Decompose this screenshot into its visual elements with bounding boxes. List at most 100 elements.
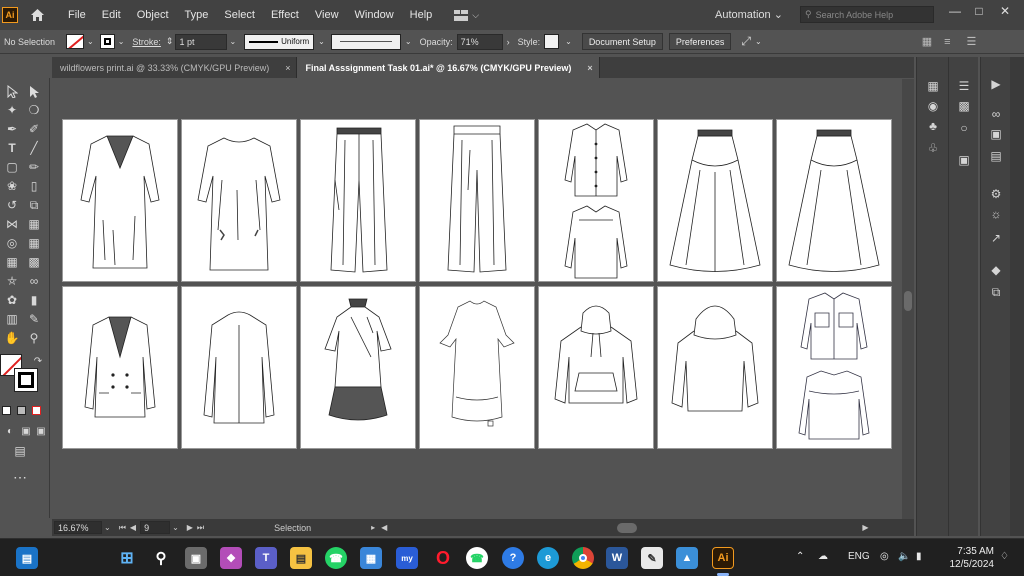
magic-wand-icon[interactable]: ✦ (4, 103, 20, 117)
transform-icon[interactable]: ▦ (922, 35, 932, 48)
workspace-switcher-button[interactable]: ⌵ (454, 6, 482, 24)
perspective-grid-icon[interactable]: ▦ (26, 236, 42, 250)
links-icon[interactable]: ∞ (988, 107, 1004, 121)
word-icon[interactable]: W (606, 547, 628, 569)
chevron-right-icon[interactable]: › (507, 37, 510, 47)
mesh-tool-icon[interactable]: ▦ (4, 255, 20, 269)
horizontal-scroll-thumb[interactable] (617, 522, 638, 533)
teams-icon[interactable]: T (255, 547, 277, 569)
paint-icon[interactable]: ✎ (641, 547, 663, 569)
tab-wildflowers-print[interactable]: wildflowers print.ai @ 33.33% (CMYK/GPU … (52, 57, 298, 78)
stroke-weight-field[interactable]: 1 pt (175, 33, 228, 50)
copilot-icon[interactable]: ❖ (220, 547, 242, 569)
free-transform-icon[interactable]: ▦ (26, 217, 42, 231)
chevron-down-icon[interactable]: ⌄ (318, 37, 325, 46)
artboard-flounce-dress[interactable] (419, 286, 535, 449)
edge-icon[interactable]: e (537, 547, 559, 569)
menu-effect[interactable]: Effect (263, 9, 307, 21)
artboard-jacket[interactable] (776, 286, 892, 449)
artboard-shirt[interactable] (538, 119, 654, 282)
asset-export-icon[interactable]: ▤ (988, 149, 1004, 163)
artboard-hoodie-front[interactable] (538, 286, 654, 449)
gradient-mode-icon[interactable] (17, 406, 26, 415)
none-mode-icon[interactable] (32, 406, 41, 415)
more-tools-icon[interactable]: ⋯ (12, 469, 28, 485)
brush-definition-dropdown[interactable] (330, 33, 401, 50)
play-icon[interactable]: ▶ (988, 77, 1004, 91)
mydemo-icon[interactable]: my (396, 547, 418, 569)
color-mode-icon[interactable] (2, 406, 11, 415)
chevron-down-icon[interactable]: ⌄ (565, 37, 572, 46)
curvature-tool-icon[interactable]: ✐ (26, 122, 42, 136)
chevron-down-icon[interactable]: ⌄ (172, 523, 179, 532)
artboard-blazer-back[interactable] (181, 286, 297, 449)
maximize-button[interactable]: □ (967, 0, 991, 22)
zoom-field[interactable]: 16.67% (54, 521, 102, 534)
selection-tool-icon[interactable] (4, 84, 20, 98)
rectangle-tool-icon[interactable]: ▢ (4, 160, 20, 174)
cloud-icon[interactable]: ☁ (818, 551, 828, 562)
fill-swatch[interactable] (66, 34, 84, 49)
graphic-style-swatch[interactable] (544, 34, 560, 49)
previous-artboard-icon[interactable]: ◀ (130, 523, 136, 532)
next-artboard-icon[interactable]: ▶ (187, 523, 193, 532)
artboard-skirt-back[interactable] (776, 119, 892, 282)
opera-icon[interactable]: O (432, 547, 454, 569)
arrange-documents-icon[interactable]: ⤢ (741, 34, 751, 49)
direct-selection-tool-icon[interactable] (26, 84, 42, 98)
chevron-down-icon[interactable]: ⌄ (229, 37, 236, 46)
menu-help[interactable]: Help (402, 9, 441, 21)
hand-tool-icon[interactable]: ✋ (4, 331, 20, 345)
stroke-profile-dropdown[interactable]: Uniform (244, 33, 315, 50)
clock[interactable]: 7:35 AM 12/5/2024 (940, 545, 995, 571)
whatsapp-icon[interactable]: ☎ (325, 547, 347, 569)
stepper-icon[interactable]: ⇕ (166, 36, 174, 47)
zoom-tool-icon[interactable]: ⚲ (26, 331, 42, 345)
close-button[interactable]: ✕ (993, 0, 1017, 22)
language-indicator[interactable]: ENG (848, 551, 870, 562)
column-graph-icon[interactable]: ▮ (26, 293, 42, 307)
menu-window[interactable]: Window (347, 9, 402, 21)
search-icon[interactable]: ⚲ (150, 547, 172, 569)
close-icon[interactable]: × (587, 63, 592, 73)
shape-builder-icon[interactable]: ◎ (4, 236, 20, 250)
appearance-icon[interactable]: ▣ (956, 153, 972, 167)
type-tool-icon[interactable]: T (4, 141, 20, 155)
rotate-tool-icon[interactable]: ↺ (4, 198, 20, 212)
vertical-scrollbar[interactable] (902, 79, 914, 519)
align-icon[interactable]: ≡ (944, 36, 950, 48)
chevron-left-icon[interactable]: ◀ (381, 523, 387, 532)
artboard-tool-icon[interactable]: ▥ (4, 312, 20, 326)
canvas[interactable] (52, 79, 902, 519)
opacity-field[interactable]: 71% (456, 33, 503, 50)
preferences-button[interactable]: Preferences (668, 33, 732, 50)
artboard-hoodie-back[interactable] (657, 286, 773, 449)
scale-tool-icon[interactable]: ⧉ (26, 198, 42, 212)
volume-icon[interactable]: 🔈 (898, 551, 910, 562)
artboard-dress-back[interactable] (181, 119, 297, 282)
brightness-icon[interactable]: ☼ (988, 207, 1004, 221)
shaper-tool-icon[interactable]: ❀ (4, 179, 20, 193)
widgets-icon[interactable]: ▤ (16, 547, 38, 569)
draw-inside-icon[interactable]: ▣ (33, 424, 49, 438)
whatsapp-web-icon[interactable]: ☎ (466, 547, 488, 569)
eyedropper-icon[interactable]: ⛤ (4, 274, 20, 288)
scroll-thumb[interactable] (904, 291, 912, 311)
layers-icon[interactable]: ◆ (988, 263, 1004, 277)
illustrator-taskbar-icon[interactable]: Ai (712, 547, 734, 569)
stroke-color-box[interactable] (14, 368, 38, 392)
swap-colors-icon[interactable]: ↷ (30, 354, 46, 368)
tab-final-assignment[interactable]: Final Asssignment Task 01.ai* @ 16.67% (… (297, 57, 600, 78)
transparency-icon[interactable]: ○ (956, 121, 972, 135)
club-icon[interactable]: ♧ (925, 141, 941, 155)
artboard-dress-front[interactable] (62, 119, 178, 282)
libraries-icon[interactable]: ◉ (925, 99, 941, 113)
artboard-skirt-front[interactable] (657, 119, 773, 282)
qbittorrent-icon[interactable]: ? (502, 547, 524, 569)
document-setup-button[interactable]: Document Setup (581, 33, 663, 50)
artboard-wrap-dress[interactable] (300, 286, 416, 449)
line-tool-icon[interactable]: ╱ (26, 141, 42, 155)
close-icon[interactable]: × (285, 63, 290, 73)
chevron-down-icon[interactable]: ⌄ (755, 37, 762, 46)
menu-type[interactable]: Type (177, 9, 217, 21)
